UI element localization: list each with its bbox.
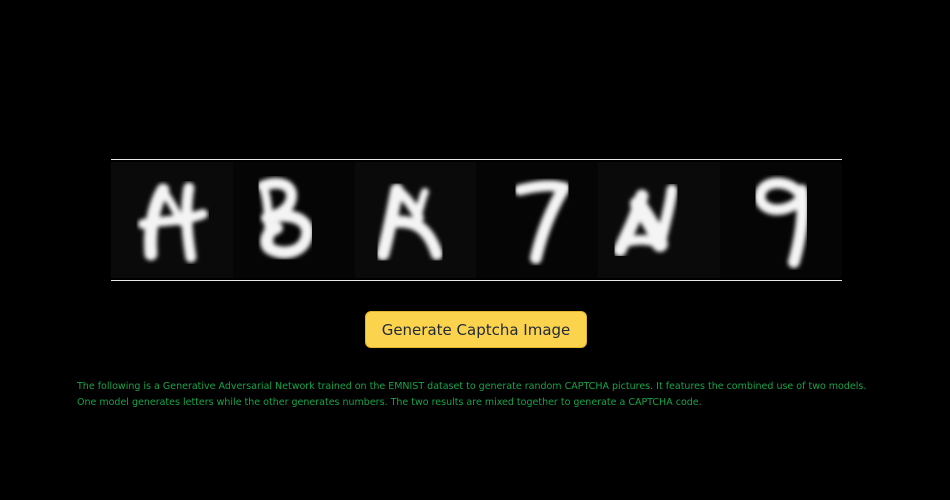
captcha-top-rule <box>111 159 842 160</box>
captcha-glyph-1 <box>111 162 233 278</box>
captcha-glyph-5 <box>598 162 721 278</box>
captcha-glyph-3 <box>354 162 477 278</box>
page: Generate Captcha Image The following is … <box>0 0 950 500</box>
captcha-glyph-6 <box>720 162 842 278</box>
generate-captcha-button[interactable]: Generate Captcha Image <box>365 311 587 348</box>
captcha-bottom-rule <box>111 280 842 281</box>
description-text: The following is a Generative Adversaria… <box>77 381 867 408</box>
captcha-glyph-2 <box>232 162 355 278</box>
captcha-glyph-4 <box>476 162 599 278</box>
captcha-image <box>111 162 842 278</box>
